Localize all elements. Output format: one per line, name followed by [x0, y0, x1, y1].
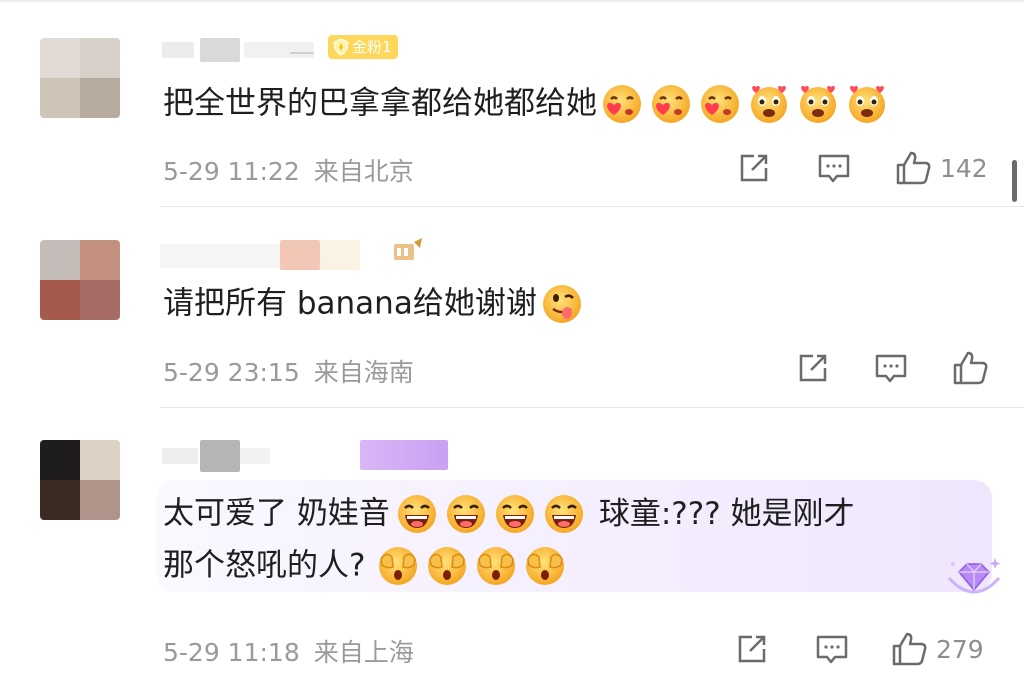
comment-location: 来自上海 [313, 638, 414, 667]
share-button[interactable] [736, 148, 772, 188]
comment-meta: 5-29 23:15 来自海南 [163, 353, 414, 389]
comment-meta: 5-29 11:22 来自北京 [163, 152, 414, 188]
fan-level-badge[interactable]: 金粉1 [328, 35, 398, 59]
share-icon [799, 354, 827, 382]
like-count: 142 [940, 153, 988, 183]
kiss-heart-face-icon [650, 83, 692, 125]
comment-text-line2: 那个怒吼的人? [163, 539, 566, 591]
share-icon [738, 635, 766, 663]
share-button[interactable] [734, 629, 770, 669]
avatar[interactable] [40, 38, 120, 118]
diamond-badge-icon [945, 554, 1003, 602]
comment-date: 5-29 23:15 [163, 358, 300, 387]
username[interactable] [160, 438, 460, 472]
comment-location: 来自北京 [313, 157, 414, 186]
comment-date: 5-29 11:22 [163, 157, 300, 186]
kiss-heart-face-icon [601, 83, 643, 125]
comment-text: 把全世界的巴拿拿都给她都给她 [163, 77, 888, 129]
heart-eyes-face-icon [846, 83, 888, 125]
thumbs-up-icon [896, 151, 931, 185]
reply-button[interactable] [816, 148, 852, 188]
scrollbar[interactable] [1012, 160, 1017, 202]
comment-icon [875, 354, 907, 383]
comment-divider [160, 407, 1024, 408]
like-button[interactable] [951, 348, 997, 388]
tongue-face-icon [541, 283, 583, 325]
username[interactable] [160, 34, 330, 64]
comment-icon [816, 635, 848, 664]
cover-face-icon [377, 545, 419, 587]
comment-date: 5-29 11:18 [163, 638, 300, 667]
top-divider [0, 0, 1024, 2]
user-level-icon [390, 234, 424, 264]
comment-icon [818, 154, 850, 183]
heart-eyes-face-icon [797, 83, 839, 125]
reply-button[interactable] [873, 348, 909, 388]
avatar[interactable] [40, 240, 120, 320]
laughing-face-icon [396, 493, 438, 535]
comment-text: 太可爱了 奶娃音 球童:??? 她是刚才 [163, 487, 855, 539]
like-button[interactable]: 142 [894, 148, 988, 188]
kiss-heart-face-icon [699, 83, 741, 125]
comment-text: 请把所有 banana给她谢谢 [163, 277, 583, 329]
reply-button[interactable] [814, 629, 850, 669]
comment-actions: 142 [736, 148, 1006, 188]
thumbs-up-icon [953, 351, 988, 385]
comment-actions: 279 [734, 629, 1004, 669]
comment-divider [160, 206, 1024, 207]
cover-face-icon [475, 545, 517, 587]
laughing-face-icon [445, 493, 487, 535]
laughing-face-icon [543, 493, 585, 535]
share-icon [740, 154, 768, 182]
comment-location: 来自海南 [313, 358, 414, 387]
like-count: 279 [936, 634, 984, 664]
cover-face-icon [426, 545, 468, 587]
badge-shield-icon [333, 38, 349, 56]
cover-face-icon [524, 545, 566, 587]
heart-eyes-face-icon [748, 83, 790, 125]
avatar[interactable] [40, 440, 120, 520]
comment-actions [795, 348, 995, 388]
share-button[interactable] [795, 348, 831, 388]
thumbs-up-icon [892, 632, 927, 666]
like-button[interactable]: 279 [890, 629, 984, 669]
laughing-face-icon [494, 493, 536, 535]
comment-meta: 5-29 11:18 来自上海 [163, 633, 414, 669]
badge-label: 金粉1 [352, 38, 392, 56]
